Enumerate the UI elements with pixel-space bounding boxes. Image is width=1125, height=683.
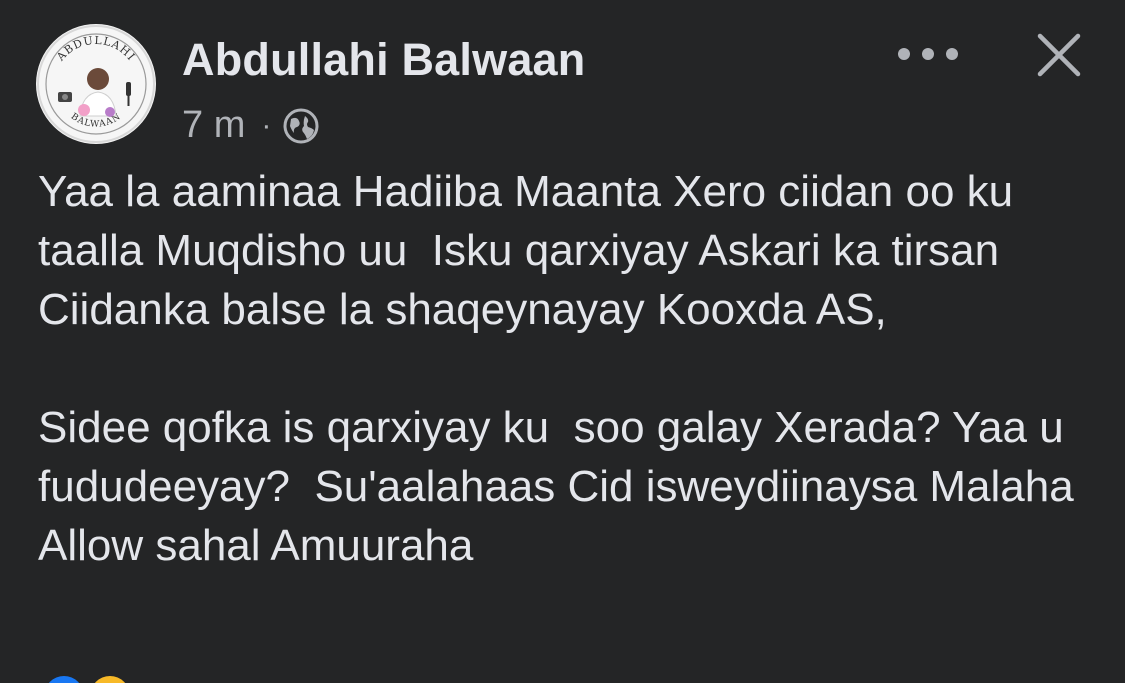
author-avatar[interactable]: ABDULLAHI BALWAAN — [36, 24, 156, 144]
close-button[interactable] — [1034, 30, 1084, 80]
author-name[interactable]: Abdullahi Balwaan — [182, 34, 585, 86]
like-reaction-icon — [44, 676, 84, 683]
reactions-summary[interactable] — [44, 676, 130, 683]
globe-icon[interactable] — [281, 106, 321, 146]
avatar-image: ABDULLAHI BALWAAN — [37, 25, 155, 143]
post-body-text: Yaa la aaminaa Hadiiba Maanta Xero ciida… — [38, 167, 1074, 570]
more-horizontal-icon-dot — [922, 48, 934, 60]
more-horizontal-icon-dot — [946, 48, 958, 60]
meta-separator: · — [261, 108, 272, 142]
post-card: ABDULLAHI BALWAAN Abdullahi Balwaan 7 m … — [0, 0, 1125, 683]
haha-reaction-icon — [90, 676, 130, 683]
post-meta: 7 m · — [182, 104, 321, 147]
more-horizontal-icon-dot — [898, 48, 910, 60]
more-options-button[interactable] — [898, 34, 958, 74]
close-icon — [1037, 33, 1081, 77]
post-time[interactable]: 7 m — [182, 104, 245, 147]
